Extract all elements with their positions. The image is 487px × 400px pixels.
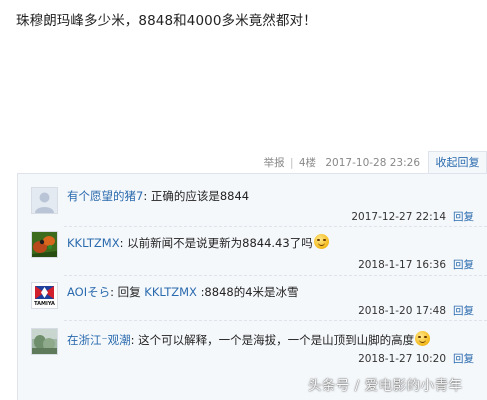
reply-divider <box>64 226 487 227</box>
reply-list: 有个愿望的猪7: 正确的应该是8844 2017-12-27 22:14 回复 <box>17 173 487 400</box>
meta-separator: | <box>289 157 294 169</box>
user-avatar[interactable]: TAMIYA <box>31 282 58 309</box>
default-avatar-icon <box>32 188 57 213</box>
smile-emoji-icon <box>313 234 329 249</box>
reply-content: 有个愿望的猪7: 正确的应该是8844 <box>67 188 249 204</box>
reply-meta: 2018-1-20 17:48 回复 <box>358 303 474 318</box>
reply-button[interactable]: 回复 <box>453 305 474 317</box>
post-content: 珠穆朗玛峰多少米，8848和4000多米竟然都对！ <box>16 13 317 29</box>
reply-meta: 2018-1-17 16:36 回复 <box>358 257 474 272</box>
post-meta-bar: 举报 | 4楼 2017-10-28 23:26 收起回复 <box>0 151 487 174</box>
post-page: 珠穆朗玛峰多少米，8848和4000多米竟然都对！ 举报 | 4楼 2017-1… <box>0 0 487 400</box>
reply-content: AOIそら: 回复 KKLTZMX :8848的4米是冰雪 <box>67 284 299 300</box>
reply-colon: : <box>119 236 124 250</box>
post-meta: 举报 | 4楼 2017-10-28 23:26 <box>263 155 421 170</box>
reply-button[interactable]: 回复 <box>453 353 474 365</box>
user-avatar[interactable] <box>31 231 58 258</box>
reply-date: 2018-1-20 17:48 <box>358 305 446 317</box>
reply-target-user[interactable]: KKLTZMX <box>144 285 197 299</box>
reply-date: 2018-1-17 16:36 <box>358 259 446 271</box>
reply-content: KKLTZMX: 以前新闻不是说更新为8844.43了吗 <box>67 234 329 251</box>
reply-text: 正确的应该是8844 <box>150 189 250 203</box>
reply-button[interactable]: 回复 <box>453 211 474 223</box>
reply-username[interactable]: KKLTZMX <box>67 236 120 250</box>
reply-colon: : <box>130 333 135 347</box>
reply-meta: 2018-1-27 10:20 回复 <box>358 351 474 366</box>
reply-colon: : <box>143 189 148 203</box>
reply-username[interactable]: AOIそら <box>67 285 110 299</box>
reply-text: :8848的4米是冰雪 <box>200 285 299 299</box>
reply-username[interactable]: 有个愿望的猪7 <box>67 189 143 203</box>
reply-button[interactable]: 回复 <box>453 259 474 271</box>
reply-date: 2017-12-27 22:14 <box>351 211 446 223</box>
floor-number: 4楼 <box>298 157 317 169</box>
reply-username[interactable]: 在浙江⁻观潮 <box>67 333 131 347</box>
user-avatar[interactable] <box>31 187 58 214</box>
reply-divider <box>64 320 487 321</box>
avatar-logo-text: TAMIYA <box>34 301 55 307</box>
reply-text: 以前新闻不是说更新为8844.43了吗 <box>127 236 313 250</box>
frog-avatar-icon <box>32 232 57 257</box>
reply-colon: : <box>110 285 114 299</box>
reply-date: 2018-1-27 10:20 <box>358 353 446 365</box>
reply-text: 这个可以解释，一个是海拔，一个是山顶到山脚的高度 <box>138 333 415 347</box>
landscape-avatar-icon <box>32 329 57 354</box>
source-watermark: 头条号 / 爱电影的小青年 <box>308 378 463 394</box>
reply-prefix: 回复 <box>117 285 145 299</box>
post-datetime: 2017-10-28 23:26 <box>325 157 420 169</box>
smile-emoji-icon <box>415 331 431 346</box>
user-avatar[interactable] <box>31 328 58 355</box>
collapse-replies-button[interactable]: 收起回复 <box>428 151 487 174</box>
reply-content: 在浙江⁻观潮: 这个可以解释，一个是海拔，一个是山顶到山脚的高度 <box>67 331 431 348</box>
reply-divider <box>64 275 487 276</box>
reply-meta: 2017-12-27 22:14 回复 <box>351 209 474 224</box>
report-link[interactable]: 举报 <box>264 157 285 169</box>
